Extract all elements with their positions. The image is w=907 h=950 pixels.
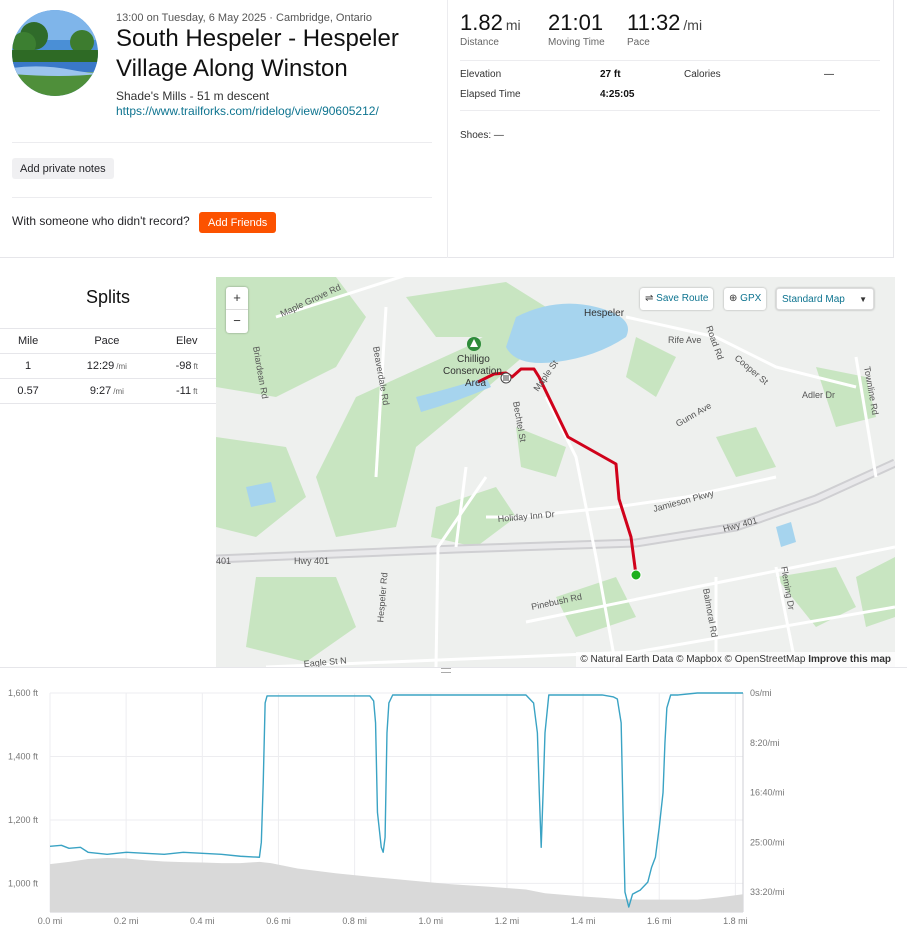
map-label: Hespeler Rd — [375, 572, 389, 623]
table-row: 1 12:29/mi -98 ft — [0, 353, 216, 379]
divider — [12, 197, 432, 198]
y-right-tick-label: 33:20/mi — [750, 887, 785, 897]
moving-time-value: 21:01 — [548, 10, 604, 35]
map-label: 401 — [216, 556, 231, 566]
activity-description: Shade's Mills - 51 m descent — [116, 89, 270, 103]
route-icon: ⇌ — [645, 293, 654, 304]
pace-value: 11:32 — [627, 10, 681, 35]
split-pace: 12:29/mi — [56, 353, 158, 379]
pace-label: Pace — [627, 37, 650, 48]
calories-value: — — [824, 69, 834, 80]
distance-label: Distance — [460, 37, 499, 48]
map-label: Jamieson Pkwy — [652, 488, 715, 514]
calories-label: Calories — [684, 69, 721, 80]
map-label: Cooper St — [733, 353, 771, 387]
distance-value: 1.82 — [460, 10, 503, 35]
x-tick-label: 0.8 mi — [342, 916, 367, 926]
map-label: Hespeler — [584, 308, 625, 319]
add-private-notes-button[interactable]: Add private notes — [12, 158, 114, 179]
activity-photo-avatar[interactable] — [12, 10, 98, 96]
y-left-tick-label: 1,400 ft — [8, 751, 39, 761]
chevron-down-icon: ▼ — [859, 295, 867, 304]
route-map[interactable]: Maple Grove Rd Hespeler Chilligo Conserv… — [216, 277, 895, 667]
map-label: Adler Dr — [802, 390, 835, 400]
save-route-button[interactable]: ⇌ Save Route — [640, 288, 714, 310]
elevation-pace-chart[interactable]: 0.0 mi 0.2 mi 0.4 mi 0.6 mi 0.8 mi 1.0 mi 1.2 … — [0, 677, 907, 947]
x-tick-label: 1.2 mi — [495, 916, 520, 926]
zoom-in-button[interactable]: + — [226, 287, 248, 310]
map-label: Area — [465, 378, 487, 389]
divider — [12, 142, 432, 143]
splits-panel: Splits Mile Pace Elev 1 12:29/mi -98 ft 0… — [0, 277, 216, 667]
y-left-tick-label: 1,000 ft — [8, 878, 39, 888]
split-mile: 1 — [0, 353, 57, 379]
activity-title[interactable]: South Hespeler - Hespeler Village Along … — [116, 24, 436, 84]
shoes-info: Shoes: — — [460, 130, 504, 141]
map-style-select[interactable]: Standard Map ▼ — [776, 288, 874, 310]
map-label: Conservation — [443, 366, 502, 377]
distance-stat: 1.82 mi Distance — [460, 10, 521, 48]
elevation-value: 27 ft — [600, 69, 621, 80]
x-tick-label: 1.8 mi — [723, 916, 748, 926]
split-elev: -98 ft — [157, 353, 216, 379]
y-right-tick-label: 16:40/mi — [750, 788, 785, 798]
trailforks-link[interactable]: https://www.trailforks.com/ridelog/view/… — [116, 104, 379, 118]
download-icon: ⊕ — [729, 293, 738, 304]
x-tick-label: 0.2 mi — [114, 916, 139, 926]
x-tick-label: 1.0 mi — [419, 916, 444, 926]
y-right-tick-label: 0s/mi — [750, 688, 772, 698]
divider — [460, 110, 880, 111]
splits-header-row: Mile Pace Elev — [0, 328, 216, 354]
divider — [460, 60, 880, 61]
elev-column-header: Elev — [157, 328, 216, 354]
route-start-marker[interactable] — [630, 569, 642, 581]
y-left-tick-label: 1,200 ft — [8, 815, 39, 825]
mile-column-header: Mile — [0, 328, 57, 354]
table-row: 0.57 9:27/mi -11 ft — [0, 378, 216, 404]
map-label: Hwy 401 — [722, 515, 758, 534]
x-tick-label: 1.4 mi — [571, 916, 596, 926]
x-tick-label: 0.6 mi — [266, 916, 291, 926]
x-tick-label: 0.4 mi — [190, 916, 215, 926]
elevation-label: Elevation — [460, 69, 502, 80]
elapsed-time-value: 4:25:05 — [600, 89, 635, 100]
moving-time-label: Moving Time — [548, 37, 605, 48]
map-label: Bechtel St — [511, 401, 528, 444]
x-tick-label: 1.6 mi — [647, 916, 672, 926]
pace-column-header: Pace — [56, 328, 158, 354]
stats-panel: 1.82 mi Distance 21:01 Moving Time 11:32/… — [447, 0, 894, 258]
elapsed-time-label: Elapsed Time — [460, 89, 521, 100]
zoom-out-button[interactable]: − — [226, 310, 248, 333]
map-label: Chilligo — [457, 354, 490, 365]
resize-handle[interactable] — [441, 668, 451, 673]
map-attribution: © Natural Earth Data © Mapbox © OpenStre… — [576, 652, 895, 667]
splits-title: Splits — [85, 287, 130, 307]
map-label: Road Rd — [704, 324, 726, 361]
zoom-control: + − — [226, 287, 248, 333]
elevation-area — [50, 858, 743, 912]
activity-summary-card: 13:00 on Tuesday, 6 May 2025 · Cambridge… — [0, 0, 894, 258]
y-right-tick-label: 8:20/mi — [750, 738, 780, 748]
pace-unit: /mi — [683, 17, 703, 33]
split-mile: 0.57 — [0, 378, 57, 404]
improve-map-link[interactable]: Improve this map — [808, 654, 891, 665]
map-label: Rife Ave — [668, 335, 701, 345]
map-canvas[interactable]: Maple Grove Rd Hespeler Chilligo Conserv… — [216, 277, 895, 667]
gpx-button[interactable]: ⊕ GPX — [724, 288, 767, 310]
split-elev: -11 ft — [157, 378, 216, 404]
moving-time-stat: 21:01 Moving Time — [548, 10, 605, 48]
split-pace: 9:27/mi — [56, 378, 158, 404]
activity-date-location: 13:00 on Tuesday, 6 May 2025 · Cambridge… — [116, 12, 372, 24]
splits-table: Mile Pace Elev 1 12:29/mi -98 ft 0.57 9:2… — [0, 328, 216, 404]
map-label: Gunn Ave — [674, 400, 713, 428]
distance-unit: mi — [505, 17, 521, 33]
add-friends-button[interactable]: Add Friends — [199, 212, 277, 233]
x-tick-label: 0.0 mi — [38, 916, 63, 926]
y-left-tick-label: 1,600 ft — [8, 688, 39, 698]
y-right-tick-label: 25:00/mi — [750, 837, 785, 847]
with-someone-prompt: With someone who didn't record? — [12, 214, 190, 228]
map-label: Hwy 401 — [294, 556, 329, 566]
pace-stat: 11:32/mi Pace — [627, 10, 702, 48]
